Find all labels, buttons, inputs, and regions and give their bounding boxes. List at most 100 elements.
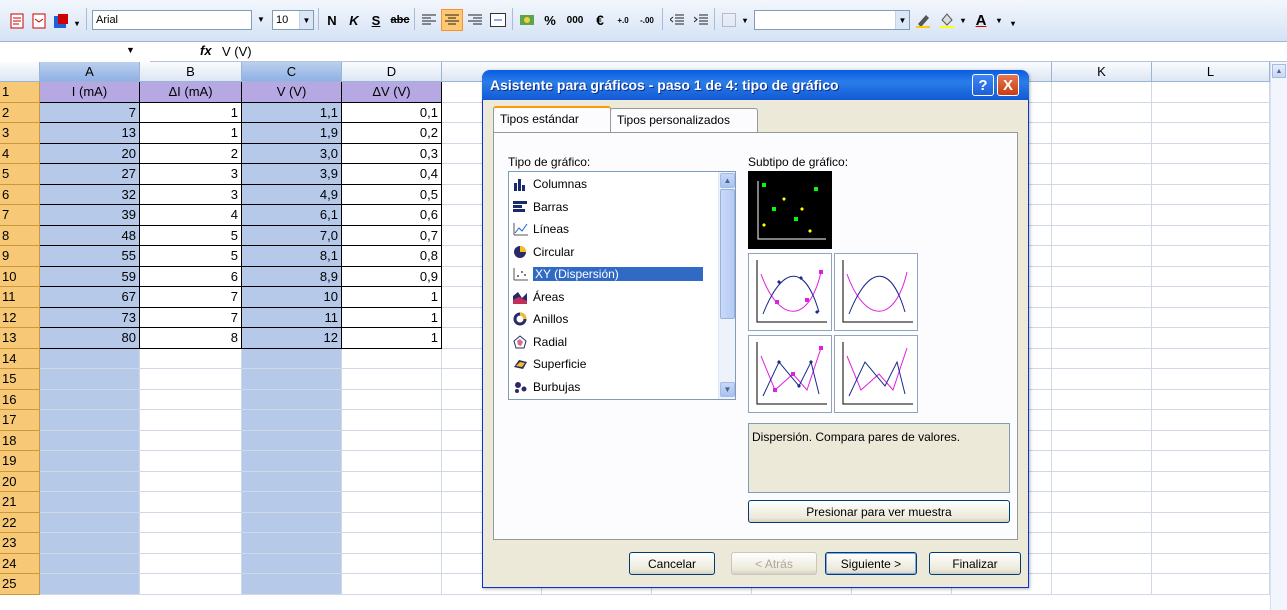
borders-dropdown-icon[interactable]: ▾ xyxy=(740,9,750,31)
cell[interactable]: 0,3 xyxy=(342,143,442,164)
cell[interactable] xyxy=(342,389,442,410)
column-header-a[interactable]: A xyxy=(40,62,140,82)
cell[interactable] xyxy=(1152,184,1270,205)
tab-custom-types[interactable]: Tipos personalizados xyxy=(610,108,758,132)
cell[interactable] xyxy=(1052,369,1152,390)
currency-style-icon[interactable] xyxy=(516,9,538,31)
cell[interactable] xyxy=(1052,164,1152,185)
font-color-button[interactable]: A xyxy=(970,9,992,31)
cell[interactable]: ΔV (V) xyxy=(342,82,442,103)
list-item-radial[interactable]: Radial xyxy=(511,331,713,354)
cell[interactable]: 6 xyxy=(140,266,242,287)
cell[interactable] xyxy=(1152,225,1270,246)
cell[interactable] xyxy=(140,492,242,513)
cell[interactable] xyxy=(1052,184,1152,205)
cell[interactable] xyxy=(1152,348,1270,369)
subtype-scatter-smooth-markers[interactable] xyxy=(748,253,832,331)
cell[interactable] xyxy=(342,512,442,533)
list-item-lineas[interactable]: Líneas xyxy=(511,218,713,241)
cell[interactable] xyxy=(1052,389,1152,410)
help-button[interactable]: ? xyxy=(972,74,994,96)
fx-icon[interactable]: fx xyxy=(200,43,212,58)
cell[interactable]: 7 xyxy=(140,307,242,328)
cell[interactable]: 1,1 xyxy=(242,102,342,123)
cell[interactable] xyxy=(242,389,342,410)
name-box[interactable]: ▼ xyxy=(0,42,150,62)
cell[interactable]: 1 xyxy=(342,307,442,328)
row-header[interactable]: 16 xyxy=(0,389,40,410)
cell[interactable] xyxy=(1052,266,1152,287)
cell[interactable]: 6,1 xyxy=(242,205,342,226)
underline-button[interactable]: S xyxy=(366,9,386,31)
cell[interactable] xyxy=(342,410,442,431)
cell[interactable] xyxy=(342,348,442,369)
cell[interactable] xyxy=(40,471,140,492)
cell[interactable] xyxy=(342,451,442,472)
font-name-combo[interactable]: Arial xyxy=(92,10,252,30)
cell[interactable]: 39 xyxy=(40,205,140,226)
cell[interactable] xyxy=(1152,287,1270,308)
pdf-icon[interactable] xyxy=(6,10,28,32)
cell[interactable]: 5 xyxy=(140,225,242,246)
scroll-up-icon[interactable]: ▲ xyxy=(1272,64,1286,78)
cell[interactable]: 0,5 xyxy=(342,184,442,205)
cell[interactable]: I (mA) xyxy=(40,82,140,103)
cell[interactable] xyxy=(242,430,342,451)
cell[interactable] xyxy=(1052,348,1152,369)
list-item-xy-dispersion[interactable]: XY (Dispersión) xyxy=(511,263,713,286)
cell[interactable]: 3 xyxy=(140,164,242,185)
cell[interactable] xyxy=(1152,574,1270,595)
decrease-decimal-icon[interactable]: -.00 xyxy=(636,9,658,31)
pdf-email-icon[interactable] xyxy=(28,10,50,32)
increase-decimal-icon[interactable]: +.0 xyxy=(612,9,634,31)
row-header[interactable]: 3 xyxy=(0,123,40,144)
cell[interactable]: 8,9 xyxy=(242,266,342,287)
cell[interactable] xyxy=(140,512,242,533)
font-color-dropdown-icon[interactable]: ▾ xyxy=(994,9,1004,31)
cell[interactable] xyxy=(242,533,342,554)
cell[interactable] xyxy=(1152,123,1270,144)
cell[interactable] xyxy=(342,492,442,513)
cell[interactable]: 8,1 xyxy=(242,246,342,267)
strikethrough-button[interactable]: abc xyxy=(388,9,412,31)
toolbar-options-icon-2[interactable]: ▾ xyxy=(1008,12,1018,34)
row-header[interactable]: 8 xyxy=(0,225,40,246)
borders-icon[interactable] xyxy=(718,9,740,31)
cell[interactable] xyxy=(1152,512,1270,533)
row-header[interactable]: 14 xyxy=(0,348,40,369)
cell[interactable] xyxy=(140,410,242,431)
cell[interactable] xyxy=(40,533,140,554)
cell[interactable] xyxy=(242,451,342,472)
cell[interactable] xyxy=(140,533,242,554)
cell[interactable] xyxy=(1052,451,1152,472)
cell[interactable] xyxy=(1152,246,1270,267)
cell[interactable] xyxy=(1152,471,1270,492)
select-all-corner[interactable] xyxy=(0,62,40,82)
row-header[interactable]: 21 xyxy=(0,492,40,513)
cell[interactable] xyxy=(1152,328,1270,349)
row-header[interactable]: 12 xyxy=(0,307,40,328)
fill-color-icon[interactable] xyxy=(936,9,958,31)
cell[interactable] xyxy=(1152,430,1270,451)
cell[interactable]: 0,2 xyxy=(342,123,442,144)
cell[interactable] xyxy=(1152,553,1270,574)
cancel-button[interactable]: Cancelar xyxy=(629,552,715,575)
row-header[interactable]: 15 xyxy=(0,369,40,390)
cell[interactable]: ΔI (mA) xyxy=(140,82,242,103)
cell[interactable] xyxy=(1152,143,1270,164)
cell[interactable] xyxy=(1052,205,1152,226)
list-item-superficie[interactable]: Superficie xyxy=(511,353,713,376)
cell[interactable] xyxy=(1152,533,1270,554)
cell[interactable]: 80 xyxy=(40,328,140,349)
scroll-down-icon[interactable]: ▼ xyxy=(720,382,735,397)
cell[interactable] xyxy=(140,553,242,574)
cell[interactable] xyxy=(40,553,140,574)
cell[interactable] xyxy=(40,389,140,410)
cell[interactable] xyxy=(1052,307,1152,328)
cell[interactable] xyxy=(1052,410,1152,431)
cell[interactable]: 20 xyxy=(40,143,140,164)
cell[interactable]: 10 xyxy=(242,287,342,308)
cell[interactable]: 1,9 xyxy=(242,123,342,144)
cell[interactable] xyxy=(1052,471,1152,492)
cell[interactable] xyxy=(1152,389,1270,410)
